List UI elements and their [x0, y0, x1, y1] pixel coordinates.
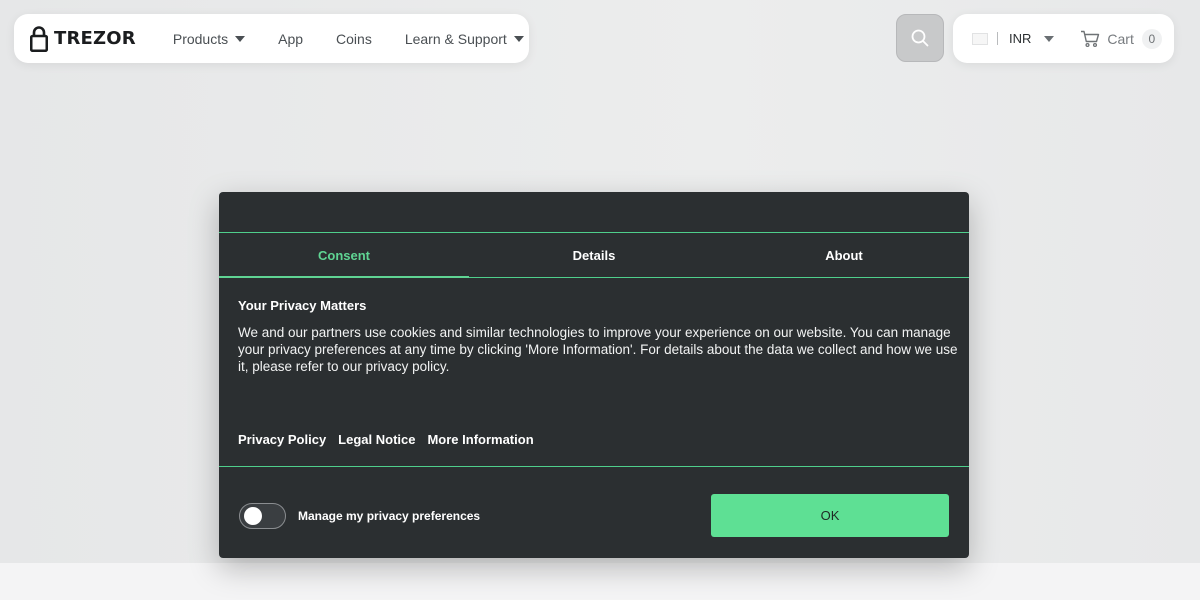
- chevron-down-icon: [235, 35, 246, 42]
- cart-label: Cart: [1107, 30, 1134, 47]
- privacy-preferences-toggle[interactable]: [239, 503, 286, 529]
- nav-app[interactable]: App: [278, 31, 303, 47]
- dialog-title: Your Privacy Matters: [238, 298, 367, 313]
- region-cart-bar: INR Cart 0: [953, 14, 1174, 63]
- policy-links: Privacy Policy Legal Notice More Informa…: [238, 432, 546, 447]
- privacy-policy-link[interactable]: Privacy Policy: [238, 432, 326, 447]
- ok-button[interactable]: OK: [711, 494, 949, 537]
- nav-learn-support-label: Learn & Support: [404, 30, 507, 47]
- dialog-body-text: We and our partners use cookies and simi…: [238, 325, 958, 374]
- nav-app-label: App: [278, 30, 304, 47]
- nav-products[interactable]: Products: [172, 30, 246, 47]
- cart-icon: [1081, 30, 1100, 47]
- more-information-link[interactable]: More Information: [427, 432, 533, 447]
- main-nav: TREZOR Products App Coins Learn & Suppor…: [14, 14, 529, 63]
- search-icon: [911, 29, 929, 47]
- currency-selector[interactable]: INR: [1009, 31, 1055, 46]
- chevron-down-icon: [1044, 35, 1055, 42]
- toggle-label: Manage my privacy preferences: [298, 509, 481, 523]
- nav-products-label: Products: [172, 30, 229, 47]
- currency-label: INR: [1009, 31, 1032, 46]
- country-flag-icon[interactable]: [972, 32, 988, 45]
- chevron-down-icon: [513, 35, 524, 42]
- tab-consent[interactable]: Consent: [219, 233, 469, 278]
- cart-count-badge: 0: [1141, 28, 1162, 49]
- legal-notice-link[interactable]: Legal Notice: [338, 432, 415, 447]
- tab-about[interactable]: About: [719, 233, 969, 277]
- page-content-strip: [0, 563, 1200, 600]
- trezor-logo[interactable]: TREZOR: [30, 25, 136, 52]
- separator: [997, 32, 998, 45]
- nav-coins-label: Coins: [336, 30, 372, 47]
- consent-tabs: Consent Details About: [219, 232, 969, 278]
- lock-logo-icon: [30, 25, 48, 52]
- tab-details[interactable]: Details: [469, 233, 719, 277]
- nav-coins[interactable]: Coins: [336, 31, 372, 47]
- logo-text: TREZOR: [54, 28, 136, 49]
- nav-learn-support[interactable]: Learn & Support: [405, 31, 524, 47]
- search-button[interactable]: [896, 14, 944, 62]
- toggle-knob: [244, 507, 262, 525]
- cart-button[interactable]: Cart 0: [1080, 28, 1162, 49]
- dialog-divider: [219, 466, 969, 467]
- privacy-consent-dialog: Consent Details About Your Privacy Matte…: [219, 192, 969, 558]
